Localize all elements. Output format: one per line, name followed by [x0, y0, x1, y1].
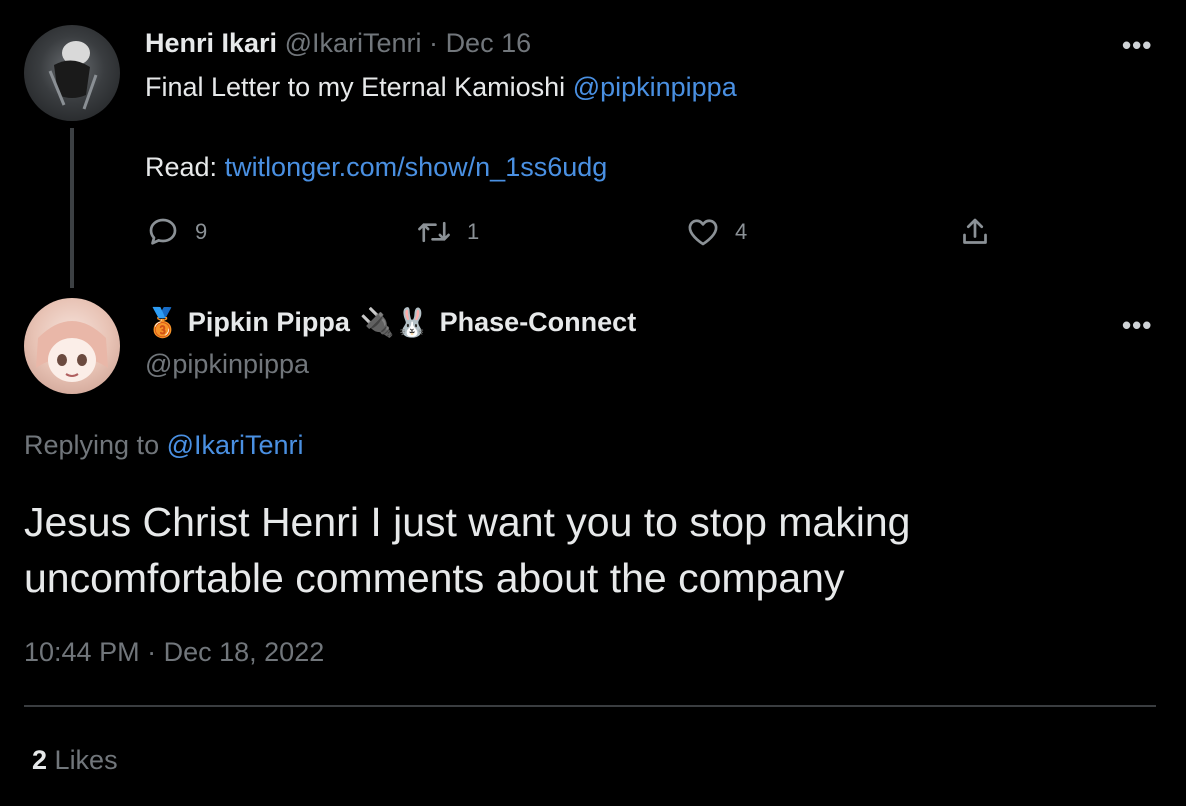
parent-tweet-text: Final Letter to my Eternal Kamioshi @pip…	[145, 72, 737, 103]
reply-count: 9	[195, 219, 208, 244]
replying-label: Replying to	[24, 430, 167, 460]
plug-bunny-icon: 🔌🐰	[359, 307, 430, 338]
body-line-1: Jesus Christ Henri I just want you to st…	[24, 499, 911, 545]
thread-connector-line	[70, 128, 74, 288]
share-button[interactable]	[957, 214, 993, 250]
reply-button[interactable]: 9	[145, 214, 207, 250]
parent-date[interactable]: Dec 16	[446, 28, 532, 58]
body-line-2: uncomfortable comments about the company	[24, 555, 845, 601]
likes-count: 2	[32, 745, 48, 775]
parent-separator: ·	[429, 28, 439, 58]
parent-tweet-header: Henri Ikari @IkariTenri · Dec 16	[145, 28, 531, 59]
main-display-name[interactable]: Pipkin Pippa	[188, 307, 350, 338]
divider	[24, 705, 1156, 707]
avatar-pippa[interactable]	[24, 298, 120, 394]
retweet-icon	[418, 221, 450, 243]
timestamp-line[interactable]: 10:44 PM · Dec 18, 2022	[24, 637, 324, 668]
parent-handle[interactable]: @IkariTenri	[285, 28, 422, 58]
like-count: 4	[735, 219, 748, 244]
retweet-button[interactable]: 1	[415, 214, 479, 250]
avatar-figure-icon	[48, 41, 98, 110]
tweet-time: 10:44 PM	[24, 637, 140, 667]
replying-handle-link[interactable]: @IkariTenri	[167, 430, 304, 460]
parent-read-line: Read: twitlonger.com/show/n_1ss6udg	[145, 152, 607, 183]
parent-more-button[interactable]: •••	[1122, 30, 1152, 61]
main-tweet-header: 🥉 Pipkin Pippa 🔌🐰 Phase-Connect	[145, 306, 636, 339]
read-label: Read:	[145, 152, 225, 182]
parent-text-line: Final Letter to my Eternal Kamioshi	[145, 72, 573, 102]
tweet-date: Dec 18, 2022	[163, 637, 325, 667]
replying-to-line: Replying to @IkariTenri	[24, 430, 304, 461]
likes-stat[interactable]: 2 Likes	[32, 745, 118, 776]
main-more-button[interactable]: •••	[1122, 310, 1152, 341]
main-handle[interactable]: @pipkinpippa	[145, 349, 309, 380]
affiliation-label[interactable]: Phase-Connect	[440, 307, 637, 338]
retweet-count: 1	[467, 219, 480, 244]
avatar-henri[interactable]	[24, 25, 120, 121]
parent-display-name[interactable]: Henri Ikari	[145, 28, 277, 58]
parent-mention-link[interactable]: @pipkinpippa	[573, 72, 737, 102]
like-button[interactable]: 4	[685, 214, 747, 250]
main-tweet-body: Jesus Christ Henri I just want you to st…	[24, 494, 910, 606]
twitlonger-link[interactable]: twitlonger.com/show/n_1ss6udg	[225, 152, 608, 182]
bronze-medal-icon: 🥉	[145, 307, 180, 338]
heart-icon	[688, 219, 718, 246]
reply-icon	[149, 218, 177, 245]
timestamp-separator: ·	[147, 637, 157, 667]
share-icon	[963, 218, 987, 244]
likes-label: Likes	[54, 745, 118, 775]
avatar-character-icon	[36, 321, 108, 382]
